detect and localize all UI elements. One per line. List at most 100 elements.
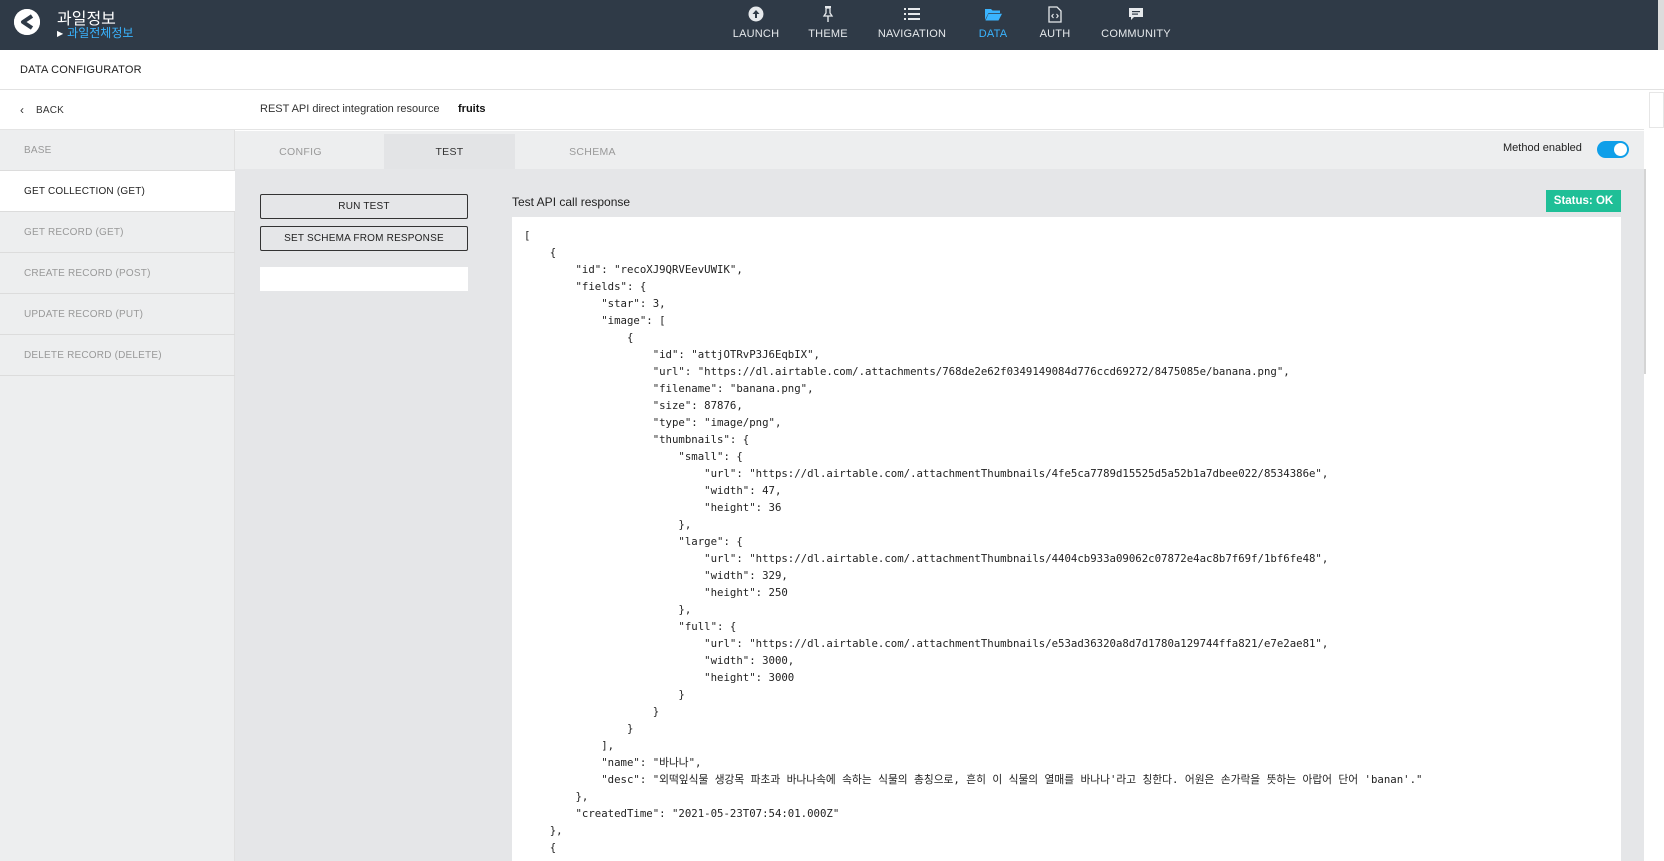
folder-icon <box>984 4 1002 24</box>
tab-label: SCHEMA <box>569 146 616 158</box>
nav-navigation[interactable]: NAVIGATION <box>877 0 947 50</box>
nav-label: NAVIGATION <box>877 28 947 40</box>
nav-label: AUTH <box>1039 28 1071 40</box>
sidebar-item-update-record[interactable]: UPDATE RECORD (PUT) <box>0 294 235 335</box>
toggle-knob <box>1614 143 1627 156</box>
nav-theme[interactable]: THEME <box>808 0 848 50</box>
code-line: "height": 3000 <box>524 671 795 684</box>
tab-label: CONFIG <box>279 146 322 158</box>
launch-icon <box>748 4 764 24</box>
response-viewer[interactable]: [ { "id": "recoXJ9QRVEevUWIK", "fields":… <box>512 217 1621 861</box>
code-line: } <box>524 722 634 735</box>
tab-config[interactable]: CONFIG <box>235 134 366 169</box>
response-title: Test API call response <box>512 195 631 209</box>
code-line: "size": 87876, <box>524 399 743 412</box>
sidebar-item-label: DELETE RECORD (DELETE) <box>24 350 162 361</box>
nav-label: COMMUNITY <box>1101 28 1171 40</box>
test-param-input[interactable] <box>260 267 468 291</box>
code-line: "url": "https://dl.airtable.com/.attachm… <box>524 637 1329 650</box>
run-test-button[interactable]: RUN TEST <box>260 194 468 219</box>
code-line: "name": "바나나", <box>524 756 702 769</box>
code-line: }, <box>524 603 692 616</box>
back-label: BACK <box>36 105 65 116</box>
code-line: "height": 250 <box>524 586 788 599</box>
code-line: "id": "recoXJ9QRVEevUWIK", <box>524 263 743 276</box>
code-line: "width": 3000, <box>524 654 795 667</box>
code-line: "full": { <box>524 620 737 633</box>
code-line: }, <box>524 518 692 531</box>
code-line: "filename": "banana.png", <box>524 382 814 395</box>
page-name: 과일전체정보 <box>67 26 134 40</box>
sidebar-item-delete-record[interactable]: DELETE RECORD (DELETE) <box>0 335 235 376</box>
configurator-header: DATA CONFIGURATOR <box>0 50 1664 90</box>
nav-label: THEME <box>808 28 848 40</box>
content-scrollbar[interactable] <box>1644 169 1664 861</box>
code-line: "createdTime": "2021-05-23T07:54:01.000Z… <box>524 807 840 820</box>
tab-bar: CONFIG TEST SCHEMA Method enabled <box>235 131 1644 169</box>
tab-label: TEST <box>435 146 464 158</box>
set-schema-button[interactable]: SET SCHEMA FROM RESPONSE <box>260 226 468 251</box>
app-logo-icon[interactable] <box>14 9 40 35</box>
sidebar-item-label: GET RECORD (GET) <box>24 227 124 238</box>
resource-label: REST API direct integration resource <box>260 103 440 115</box>
navigation-list-icon <box>904 4 920 24</box>
status-badge: Status: OK <box>1546 190 1621 212</box>
configurator-title: DATA CONFIGURATOR <box>20 64 142 76</box>
code-line: } <box>524 688 685 701</box>
sidebar-item-label: BASE <box>24 145 52 156</box>
code-line: "url": "https://dl.airtable.com/.attachm… <box>524 552 1329 565</box>
code-line: [ <box>524 229 531 242</box>
sidebar-item-label: CREATE RECORD (POST) <box>24 268 151 279</box>
tab-schema[interactable]: SCHEMA <box>527 134 658 169</box>
side-panel-stub <box>1649 92 1664 128</box>
tab-test[interactable]: TEST <box>384 134 515 169</box>
resource-header: REST API direct integration resource fru… <box>235 90 1644 130</box>
sidebar-item-base[interactable]: BASE <box>0 130 235 171</box>
method-sidebar: ‹ BACK BASE GET COLLECTION (GET) GET REC… <box>0 90 235 861</box>
nav-data[interactable]: DATA <box>975 0 1011 50</box>
code-line: "image": [ <box>524 314 666 327</box>
sidebar-item-label: UPDATE RECORD (PUT) <box>24 309 144 320</box>
window-scrollbar[interactable] <box>1658 0 1664 50</box>
response-json: [ { "id": "recoXJ9QRVEevUWIK", "fields":… <box>524 227 1422 856</box>
code-line: "width": 47, <box>524 484 782 497</box>
code-line: "star": 3, <box>524 297 666 310</box>
nav-launch[interactable]: LAUNCH <box>733 0 779 50</box>
theme-pin-icon <box>822 4 834 24</box>
code-line: "fields": { <box>524 280 647 293</box>
sidebar-item-get-collection[interactable]: GET COLLECTION (GET) <box>0 171 235 212</box>
code-line: } <box>524 705 660 718</box>
sidebar-item-create-record[interactable]: CREATE RECORD (POST) <box>0 253 235 294</box>
code-line: "large": { <box>524 535 743 548</box>
sidebar-item-get-record[interactable]: GET RECORD (GET) <box>0 212 235 253</box>
method-enabled-toggle[interactable] <box>1597 141 1629 158</box>
nav-label: LAUNCH <box>732 28 780 40</box>
code-line: "type": "image/png", <box>524 416 782 429</box>
nav-auth[interactable]: AUTH <box>1037 0 1073 50</box>
code-line: "width": 329, <box>524 569 788 582</box>
scrollbar-thumb[interactable] <box>1644 169 1646 374</box>
code-line: ], <box>524 739 615 752</box>
code-line: }, <box>524 790 589 803</box>
chevron-left-icon: ‹ <box>20 103 24 117</box>
test-panel: RUN TEST SET SCHEMA FROM RESPONSE Test A… <box>235 169 1644 861</box>
code-line: "height": 36 <box>524 501 782 514</box>
chat-icon <box>1128 4 1144 24</box>
code-line: "thumbnails": { <box>524 433 750 446</box>
resource-name: fruits <box>458 103 486 115</box>
code-line: "small": { <box>524 450 743 463</box>
code-line: "url": "https://dl.airtable.com/.attachm… <box>524 467 1329 480</box>
code-line: "url": "https://dl.airtable.com/.attachm… <box>524 365 1290 378</box>
top-bar: 과일정보 ▶ 과일전체정보 LAUNCH THEME NAVIGATION DA… <box>0 0 1664 50</box>
caret-right-icon: ▶ <box>57 29 64 38</box>
code-line: { <box>524 331 634 344</box>
back-button[interactable]: ‹ BACK <box>0 90 235 130</box>
code-line: { <box>524 841 557 854</box>
page-breadcrumb[interactable]: ▶ 과일전체정보 <box>57 24 133 41</box>
nav-community[interactable]: COMMUNITY <box>1100 0 1172 50</box>
code-line: "desc": "외떡잎식물 생강목 파초과 바나나속에 속하는 식물의 총칭으… <box>524 773 1423 786</box>
sidebar-item-label: GET COLLECTION (GET) <box>24 186 146 197</box>
auth-file-icon <box>1048 4 1062 24</box>
code-line: "id": "attjOTRvP3J6EqbIX", <box>524 348 820 361</box>
code-line: }, <box>524 824 563 837</box>
